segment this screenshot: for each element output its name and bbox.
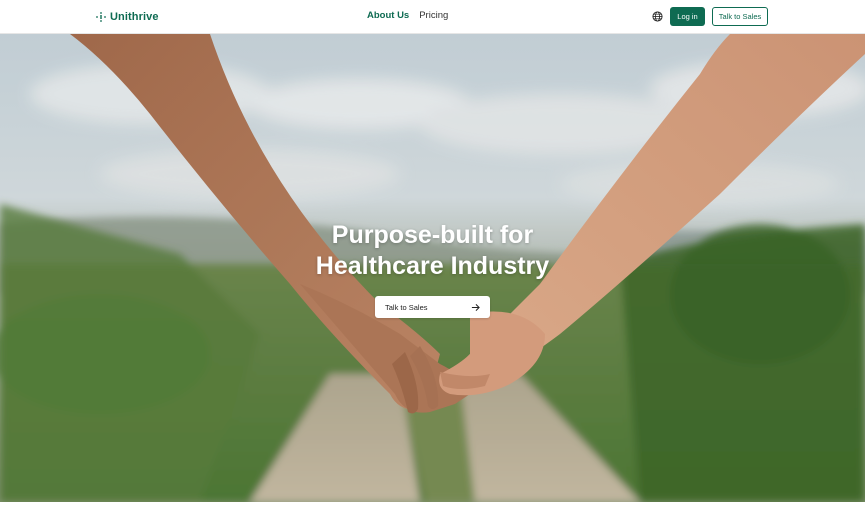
- top-navbar: Unithrive About Us Pricing Log in Talk t…: [0, 0, 865, 34]
- logo-mark-icon: [96, 12, 106, 22]
- hero-section: Purpose-built for Healthcare Industry Ta…: [0, 34, 865, 502]
- login-button[interactable]: Log in: [670, 7, 705, 26]
- globe-icon[interactable]: [652, 11, 663, 22]
- talk-to-sales-nav-button[interactable]: Talk to Sales: [712, 7, 768, 26]
- hero-cta-label: Talk to Sales: [385, 302, 428, 312]
- hero-talk-to-sales-button[interactable]: Talk to Sales: [375, 296, 490, 318]
- brand-logo[interactable]: Unithrive: [96, 9, 159, 25]
- page-bottom-strip: [0, 502, 865, 520]
- hero-title-line-1: Purpose-built for: [331, 221, 534, 249]
- nav-link-pricing[interactable]: Pricing: [419, 10, 448, 21]
- main-nav: About Us Pricing: [367, 10, 448, 21]
- hero-title-line-2: Healthcare Industry: [315, 252, 550, 280]
- arrow-right-icon: [471, 303, 480, 311]
- hero-title: Purpose-built for Healthcare Industry: [0, 220, 865, 282]
- brand-name: Unithrive: [110, 11, 159, 23]
- nav-link-about-us[interactable]: About Us: [367, 10, 409, 21]
